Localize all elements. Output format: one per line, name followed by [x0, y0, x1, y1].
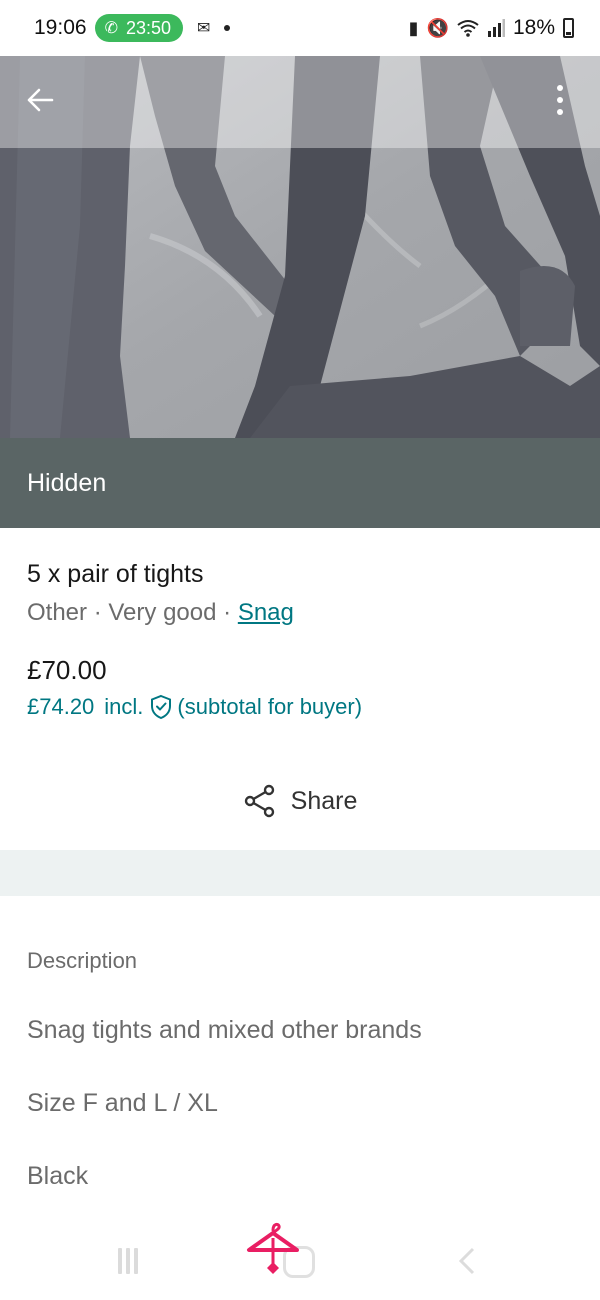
mute-icon: 🔇 — [426, 17, 449, 38]
signal-icon — [487, 19, 505, 37]
item-photo[interactable] — [0, 56, 600, 438]
nav-back-button[interactable] — [455, 1246, 479, 1281]
header-overlay — [0, 56, 600, 148]
item-condition: Very good — [108, 599, 217, 626]
back-button[interactable] — [18, 78, 62, 122]
wifi-icon — [457, 20, 479, 37]
more-dot — [557, 97, 563, 103]
buyer-protection-icon — [149, 694, 173, 720]
hidden-status-banner: Hidden — [0, 438, 600, 528]
buyer-price: £74.20 — [27, 694, 95, 719]
arrow-left-icon — [27, 88, 54, 112]
share-button[interactable]: Share — [0, 776, 600, 826]
buyer-price-row[interactable]: £74.20 incl. (subtotal for buyer) — [27, 694, 573, 720]
notification-dot — [224, 25, 231, 31]
system-nav-bar — [0, 1210, 600, 1300]
description-line: Black — [27, 1162, 89, 1190]
call-timer: 23:50 — [125, 17, 172, 38]
phone-icon: ✆ — [104, 20, 118, 37]
battery-icon — [563, 18, 574, 38]
recent-apps-button[interactable] — [118, 1248, 138, 1274]
description-section: Description Snag tights and mixed other … — [0, 896, 600, 1191]
hidden-label: Hidden — [27, 468, 107, 497]
meta-separator: · — [223, 599, 232, 626]
item-info: 5 x pair of tights Other · Very good · S… — [0, 528, 600, 720]
more-options-button[interactable] — [538, 78, 582, 122]
item-meta: Other · Very good · Snag — [27, 599, 573, 627]
more-dot — [557, 109, 563, 115]
item-price: £70.00 — [27, 655, 107, 685]
item-title: 5 x pair of tights — [27, 560, 204, 588]
description-line: Size F and L / XL — [27, 1089, 218, 1117]
description-label: Description — [27, 948, 138, 973]
buyer-incl: incl. — [104, 694, 144, 719]
battery-percent: 18% — [512, 16, 555, 39]
status-icons: ▮ 🔇 18% — [409, 16, 574, 40]
section-divider — [0, 850, 600, 896]
status-bar: 19:06 ✆ 23:50 ✉ ▮ 🔇 18% — [0, 0, 600, 56]
more-vertical-icon — [557, 85, 563, 91]
share-label: Share — [290, 786, 358, 815]
item-brand-link[interactable]: Snag — [238, 599, 294, 626]
item-category: Other — [27, 599, 88, 626]
share-icon — [244, 784, 274, 818]
buyer-note: (subtotal for buyer) — [177, 694, 363, 719]
hanger-icon[interactable] — [245, 1218, 301, 1279]
call-pill[interactable]: ✆ 23:50 — [94, 14, 184, 42]
status-time: 19:06 — [34, 16, 87, 39]
battery-saver-icon: ▮ — [408, 17, 419, 38]
meta-separator: · — [93, 599, 102, 626]
description-line: Snag tights and mixed other brands — [27, 1016, 422, 1044]
message-icon: ✉ — [197, 20, 211, 37]
